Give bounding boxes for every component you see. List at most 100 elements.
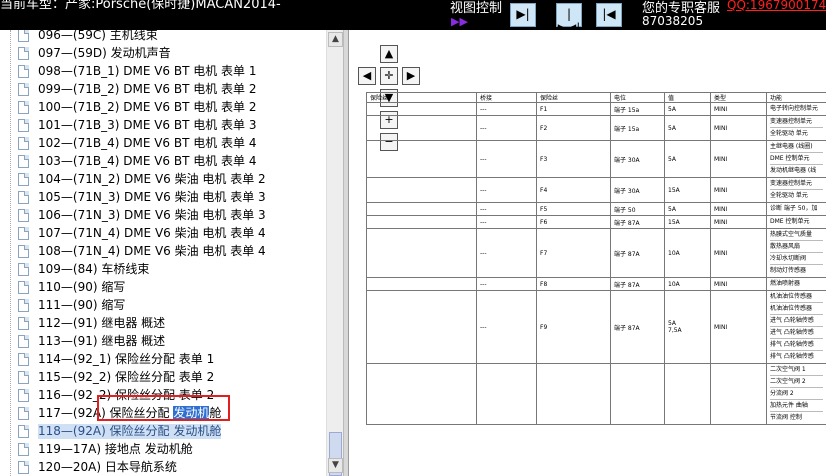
function-line: 诊断 端子 50，加 <box>770 205 818 212</box>
pan-left-button[interactable]: ◀ <box>358 67 376 85</box>
table-row: --- F9 端子 87A 5A 7,5A MINI 机油油位传感器 机油油位传感器 进气 凸… <box>366 290 826 364</box>
tree-item-text: 100—(71B_2) DME V6 BT 电机 表单 2 <box>38 100 257 114</box>
function-line: DME 控制单元 <box>770 218 810 225</box>
top-bar: 当前车型：产家:Porsche(保时捷)MACAN2014- 视图控制 ▶▶ ▶… <box>0 0 826 30</box>
function-cell: 诊断 端子 50，加 <box>766 202 826 216</box>
scroll-down-button[interactable]: ▼ <box>328 458 343 473</box>
document-icon <box>18 227 29 240</box>
tree-item-text: 109—(84) 车桥线束 <box>38 262 150 276</box>
tree-item-text: 108—(71N_4) DME V6 柴油 电机 表单 4 <box>38 244 266 258</box>
function-line: 散热器风扇 <box>770 241 823 253</box>
document-icon <box>18 281 29 294</box>
function-line: 进气 凸轮轴传感 <box>770 327 823 339</box>
column-header: 类型 <box>710 92 767 103</box>
document-icon <box>18 47 29 60</box>
tree-item-text: 101—(71B_3) DME V6 BT 电机 表单 3 <box>38 118 257 132</box>
table-cell <box>366 290 477 364</box>
tree-item-label: 120—20A) 日本导航系统 <box>38 460 177 475</box>
document-icon <box>18 191 29 204</box>
table-row: --- F3 端子 30A 5A MINI 主继电器 (线圈) DME 控制单元 发动机继电器… <box>366 140 826 178</box>
document-icon <box>18 407 29 420</box>
tree-item-label: 101—(71B_3) DME V6 BT 电机 表单 3 <box>38 118 257 133</box>
table-cell: MINI <box>710 277 767 291</box>
table-cell: 10A <box>664 228 711 278</box>
tree-item-text: 102—(71B_4) DME V6 BT 电机 表单 4 <box>38 136 257 150</box>
function-line: 冷却水切断阀 <box>770 253 823 265</box>
document-icon <box>18 173 29 186</box>
table-cell: MINI <box>710 177 767 203</box>
tree-item-text: 104—(71N_2) DME V6 柴油 电机 表单 2 <box>38 172 266 186</box>
tree-item-text: 115—(92_2) 保险丝分配 表单 2 <box>38 370 215 384</box>
function-cell: 机油油位传感器 机油油位传感器 进气 凸轮轴传感 进气 凸轮轴传感 排气 凸轮轴传感 排气… <box>766 290 826 364</box>
function-cell: 主继电器 (线圈) DME 控制单元 发动机继电器 (线 <box>766 140 826 178</box>
pan-right-button[interactable]: ▶ <box>402 67 420 85</box>
tree-item-text: 096—(59C) 主机线束 <box>38 30 158 42</box>
document-icon <box>18 425 29 438</box>
table-cell: 端子 87A <box>610 228 665 278</box>
table-cell: --- <box>476 215 537 229</box>
table-cell <box>366 202 477 216</box>
tree-scrollbar[interactable]: ▲ ▼ <box>326 30 343 476</box>
table-cell: MINI <box>710 115 767 141</box>
document-icon <box>18 461 29 474</box>
tree-item-label: 097—(59D) 发动机声音 <box>38 46 171 61</box>
split-view-button[interactable]: |▶◀| <box>556 3 582 30</box>
tree-item-label: 107—(71N_4) DME V6 柴油 电机 表单 4 <box>38 226 266 241</box>
table-cell: --- <box>476 277 537 291</box>
table-cell <box>366 215 477 229</box>
table-cell: MINI <box>710 102 767 116</box>
function-cell: 二次空气阀 1 二次空气阀 2 分流阀 2 加热元件 曲轴 节流阀 控制 <box>766 363 826 425</box>
tree-item-label: 115—(92_2) 保险丝分配 表单 2 <box>38 370 214 385</box>
tree-item-text: 105—(71N_3) DME V6 柴油 电机 表单 3 <box>38 190 266 204</box>
document-icon <box>18 389 29 402</box>
tree-item-label: 104—(71N_2) DME V6 柴油 电机 表单 2 <box>38 172 266 187</box>
collapse-left-button[interactable]: ▶| <box>510 3 536 27</box>
table-cell: 5A <box>664 140 711 178</box>
function-line: 热膜式空气质量 <box>770 230 823 241</box>
function-line: 节流阀 控制 <box>770 414 802 421</box>
document-icon <box>18 371 29 384</box>
function-cell: 变速器控制单元 全轮驱动 单元 <box>766 177 826 203</box>
function-line: 变速器控制单元 <box>770 179 823 190</box>
table-row: 二次空气阀 1 二次空气阀 2 分流阀 2 加热元件 曲轴 节流阀 控制 <box>366 363 826 425</box>
vehicle-model-text: 当前车型：产家:Porsche(保时捷)MACAN2014- <box>0 0 281 12</box>
table-cell: --- <box>476 202 537 216</box>
document-icon <box>18 30 29 42</box>
table-cell: F9 <box>536 290 611 364</box>
diagram-viewer[interactable]: ▲ ◀ ✛ ▶ ▼ + − 保险丝 桥接 保险丝 电位 值 类型 功能 --- F… <box>350 30 826 476</box>
table-cell <box>710 363 767 425</box>
scroll-up-button[interactable]: ▲ <box>328 32 343 47</box>
column-header: 保险丝 <box>536 92 611 103</box>
table-row: --- F1 端子 15a 5A MINI 电子转向控制单元 <box>366 102 826 116</box>
table-cell: F2 <box>536 115 611 141</box>
tree-item-label: 119—17A) 接地点 发动机舱 <box>38 442 193 457</box>
table-cell: 端子 15a <box>610 102 665 116</box>
function-line: 变速器控制单元 <box>770 117 823 128</box>
table-cell <box>366 228 477 278</box>
tree-item-text: 110—(90) 缩写 <box>38 280 126 294</box>
tree-item-label: 105—(71N_3) DME V6 柴油 电机 表单 3 <box>38 190 266 205</box>
table-cell: --- <box>476 290 537 364</box>
function-cell: 电子转向控制单元 <box>766 102 826 116</box>
tree-item-label: 112—(91) 继电器 概述 <box>38 316 165 331</box>
column-header: 电位 <box>610 92 665 103</box>
table-cell <box>366 363 477 425</box>
function-cell: DME 控制单元 <box>766 215 826 229</box>
tree-item-label: 113—(91) 继电器 概述 <box>38 334 165 349</box>
function-line: 排气 凸轮轴传感 <box>770 339 823 351</box>
pane-splitter[interactable] <box>343 30 349 476</box>
qq-link[interactable]: QQ:1967900174 <box>727 0 826 12</box>
function-cell: 变速器控制单元 全轮驱动 单元 <box>766 115 826 141</box>
pan-up-button[interactable]: ▲ <box>380 45 398 63</box>
tree-item-text: 120—20A) 日本导航系统 <box>38 460 177 474</box>
pan-center-button[interactable]: ✛ <box>380 67 398 85</box>
tree-item-text: 113—(91) 继电器 概述 <box>38 334 166 348</box>
fuse-table-document: 保险丝 桥接 保险丝 电位 值 类型 功能 --- F1 端子 15a 5A MINI 电… <box>366 92 826 425</box>
collapse-right-button[interactable]: |◀ <box>596 3 622 27</box>
tree-item-text: 119—17A) 接地点 发动机舱 <box>38 442 193 456</box>
table-row: --- F4 端子 30A 15A MINI 变速器控制单元 全轮驱动 单元 <box>366 177 826 203</box>
table-cell: F3 <box>536 140 611 178</box>
table-cell: F6 <box>536 215 611 229</box>
document-icon <box>18 443 29 456</box>
document-icon <box>18 83 29 96</box>
